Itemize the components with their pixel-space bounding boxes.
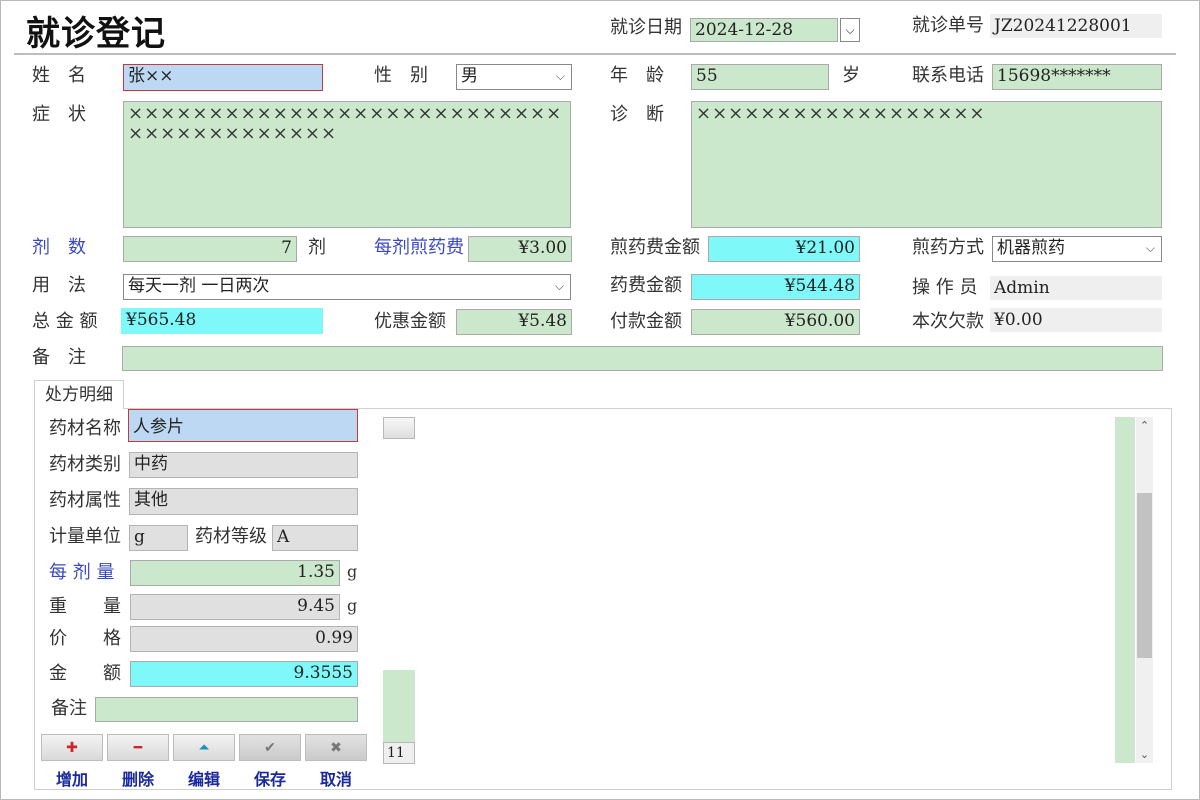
unit-label: 计量单位	[49, 526, 121, 547]
record-count: 11	[383, 742, 415, 764]
check-icon: ✔	[264, 740, 276, 756]
age-label: 年 龄	[610, 65, 664, 86]
add-button-label[interactable]: 增加	[41, 766, 103, 790]
symptom-textarea[interactable]: ××××××××××××××××××××××××××××××××××××××××	[123, 101, 571, 228]
cancel-button[interactable]: ✖	[305, 734, 367, 761]
weight-field: 9.45	[130, 594, 340, 620]
tab-prescription-detail[interactable]: 处方明细	[34, 380, 124, 409]
usage-label: 用 法	[32, 275, 86, 296]
price-label: 价 格	[49, 628, 121, 649]
name-label: 姓 名	[32, 65, 86, 86]
phone-input[interactable]: 15698*******	[992, 64, 1162, 90]
chevron-down-icon: ⌵	[1145, 241, 1155, 255]
delete-button[interactable]: ━	[107, 734, 169, 761]
herb-attr-field: 其他	[129, 488, 358, 515]
visit-no-label: 就诊单号	[912, 15, 984, 36]
minus-icon: ━	[133, 740, 143, 756]
grade-field: A	[272, 525, 358, 551]
discount-label: 优惠金额	[374, 311, 446, 332]
amount-label: 金 额	[49, 663, 121, 684]
total-label: 总 金 额	[32, 311, 98, 332]
paid-input[interactable]: ¥560.00	[691, 309, 860, 335]
visit-date-label: 就诊日期	[610, 17, 682, 38]
owed-field: ¥0.00	[990, 308, 1162, 332]
herb-attr-label: 药材属性	[49, 490, 121, 511]
page-title: 就诊登记	[26, 14, 166, 54]
price-field: 0.99	[130, 626, 358, 652]
record-nav-button[interactable]	[383, 417, 415, 439]
scrollbar-thumb[interactable]	[1137, 493, 1152, 658]
delete-button-label[interactable]: 删除	[107, 766, 169, 790]
age-input[interactable]: 55	[691, 64, 829, 90]
close-icon: ✖	[330, 740, 342, 756]
detail-remark-input[interactable]	[95, 697, 358, 722]
visit-no-field: JZ20241228001	[990, 14, 1162, 38]
grade-label: 药材等级	[195, 526, 267, 547]
diagnosis-textarea[interactable]: ××××××××××××××××××	[691, 101, 1162, 228]
header-divider	[14, 53, 1176, 55]
per-dose-label: 每 剂 量	[49, 562, 115, 583]
per-dose-input[interactable]: 1.35	[130, 560, 340, 586]
usage-value: 每天一剂 一日两次	[128, 276, 270, 296]
usage-select[interactable]: 每天一剂 一日两次 ⌵	[123, 274, 571, 300]
scroll-up-icon[interactable]: ⌃	[1136, 417, 1153, 434]
total-field: ¥565.48	[121, 308, 323, 334]
per-dose-unit: g	[347, 562, 358, 581]
doses-label: 剂 数	[32, 237, 86, 258]
diagnosis-label: 诊 断	[610, 104, 664, 125]
decoct-method-select[interactable]: 机器煎药 ⌵	[992, 236, 1162, 262]
doses-input[interactable]: 7	[123, 236, 297, 262]
doses-unit: 剂	[308, 237, 326, 258]
symptom-label: 症 状	[32, 104, 86, 125]
drug-total-field: ¥544.48	[691, 274, 860, 300]
herb-type-label: 药材类别	[49, 454, 121, 475]
decoct-fee-per-input[interactable]: ¥3.00	[468, 236, 572, 262]
gender-label: 性 别	[374, 65, 428, 86]
visit-date-field[interactable]: 2024-12-28	[690, 18, 838, 42]
save-button[interactable]: ✔	[239, 734, 301, 761]
remark-label: 备 注	[32, 347, 86, 368]
scroll-down-icon[interactable]: ⌄	[1136, 746, 1153, 763]
herb-name-label: 药材名称	[49, 418, 121, 439]
triangle-up-icon: ⏶	[198, 740, 210, 756]
operator-field: Admin	[990, 276, 1162, 300]
add-button[interactable]: ✚	[41, 734, 103, 761]
unit-field: g	[129, 525, 188, 551]
herb-name-input[interactable]: 人参片	[128, 409, 358, 442]
drug-total-label: 药费金额	[610, 275, 682, 296]
decoct-fee-per-label: 每剂煎药费	[374, 237, 464, 258]
paid-label: 付款金额	[610, 311, 682, 332]
owed-label: 本次欠款	[912, 311, 984, 332]
name-input[interactable]: 张××	[123, 64, 323, 91]
decoct-method-value: 机器煎药	[997, 238, 1065, 258]
chevron-down-icon: ⌵	[554, 279, 564, 293]
plus-icon: ✚	[66, 740, 78, 756]
discount-input[interactable]: ¥5.48	[456, 309, 572, 335]
decoct-total-field: ¥21.00	[708, 236, 860, 262]
detail-list-strip	[1115, 417, 1135, 763]
cancel-button-label[interactable]: 取消	[305, 766, 367, 790]
phone-label: 联系电话	[912, 65, 984, 86]
chevron-down-icon: ⌵	[555, 69, 565, 83]
chevron-down-icon: ⌵	[845, 23, 855, 37]
operator-label: 操 作 员	[912, 277, 978, 298]
record-nav-bar	[383, 670, 415, 742]
weight-label: 重 量	[49, 596, 121, 617]
edit-button-label[interactable]: 编辑	[173, 766, 235, 790]
date-picker-button[interactable]: ⌵	[840, 18, 860, 42]
edit-button[interactable]: ⏶	[173, 734, 235, 761]
gender-value: 男	[461, 66, 478, 86]
remark-input[interactable]	[122, 346, 1163, 371]
gender-select[interactable]: 男 ⌵	[456, 64, 572, 90]
weight-unit: g	[347, 596, 358, 615]
herb-type-field: 中药	[129, 452, 358, 478]
decoct-total-label: 煎药费金额	[610, 237, 700, 258]
age-unit: 岁	[842, 65, 860, 86]
decoct-method-label: 煎药方式	[912, 237, 984, 258]
save-button-label[interactable]: 保存	[239, 766, 301, 790]
detail-remark-label: 备注	[51, 698, 87, 719]
amount-field: 9.3555	[130, 661, 358, 687]
